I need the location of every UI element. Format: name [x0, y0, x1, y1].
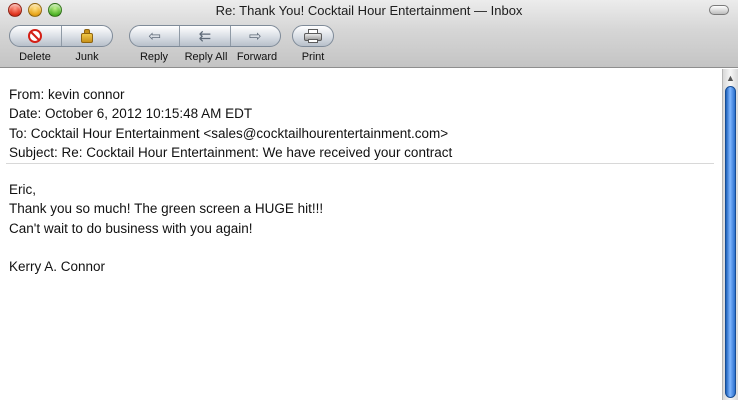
delete-icon [28, 29, 43, 43]
subject-header: Subject: Re: Cocktail Hour Entertainment… [9, 144, 453, 160]
junk-icon [80, 29, 94, 43]
toolbar: Delete Junk ⇦ ⇇ ⇨ Reply Reply All Forwar… [0, 23, 738, 67]
message-headers: From: kevin connor Date: October 6, 2012… [9, 85, 452, 162]
reply-arrow-icon: ⇦ [148, 26, 161, 45]
date-header: Date: October 6, 2012 10:15:48 AM EDT [9, 106, 253, 122]
delete-label[interactable]: Delete [9, 51, 61, 63]
reply-all-label[interactable]: Reply All [177, 51, 235, 63]
delete-junk-group [9, 25, 113, 47]
window-titlebar: Re: Thank You! Cocktail Hour Entertainme… [0, 0, 738, 68]
body-line: Thank you so much! The green screen a HU… [9, 201, 324, 217]
body-line: Can't wait to do business with you again… [9, 220, 253, 236]
scroll-thumb[interactable] [725, 86, 736, 398]
toolbar-toggle-button[interactable] [709, 5, 729, 15]
from-header: From: kevin connor [9, 87, 125, 102]
forward-button[interactable]: ⇨ [229, 26, 280, 46]
vertical-scrollbar[interactable]: ▲ [722, 69, 738, 400]
printer-icon [304, 29, 322, 43]
reply-label[interactable]: Reply [129, 51, 179, 63]
to-header: To: Cocktail Hour Entertainment <sales@c… [9, 125, 449, 141]
reply-all-arrow-icon: ⇇ [198, 26, 212, 45]
forward-arrow-icon: ⇨ [249, 26, 262, 45]
print-button[interactable] [292, 25, 334, 47]
signature: Kerry A. Connor [9, 259, 106, 275]
body-line: Eric, [9, 182, 36, 197]
reply-forward-group: ⇦ ⇇ ⇨ [129, 25, 281, 47]
header-divider [6, 163, 714, 164]
reply-all-button[interactable]: ⇇ [179, 26, 229, 46]
window-title: Re: Thank You! Cocktail Hour Entertainme… [215, 3, 523, 18]
print-label[interactable]: Print [292, 51, 334, 63]
message-body: Eric, Thank you so much! The green scree… [9, 180, 323, 276]
junk-button[interactable] [60, 26, 112, 46]
body-line [9, 238, 323, 257]
forward-label[interactable]: Forward [232, 51, 282, 63]
reply-button[interactable]: ⇦ [130, 26, 179, 46]
scroll-up-icon[interactable]: ▲ [725, 73, 736, 84]
junk-label[interactable]: Junk [61, 51, 113, 63]
delete-button[interactable] [10, 26, 61, 46]
message-view: From: kevin connor Date: October 6, 2012… [0, 69, 722, 400]
